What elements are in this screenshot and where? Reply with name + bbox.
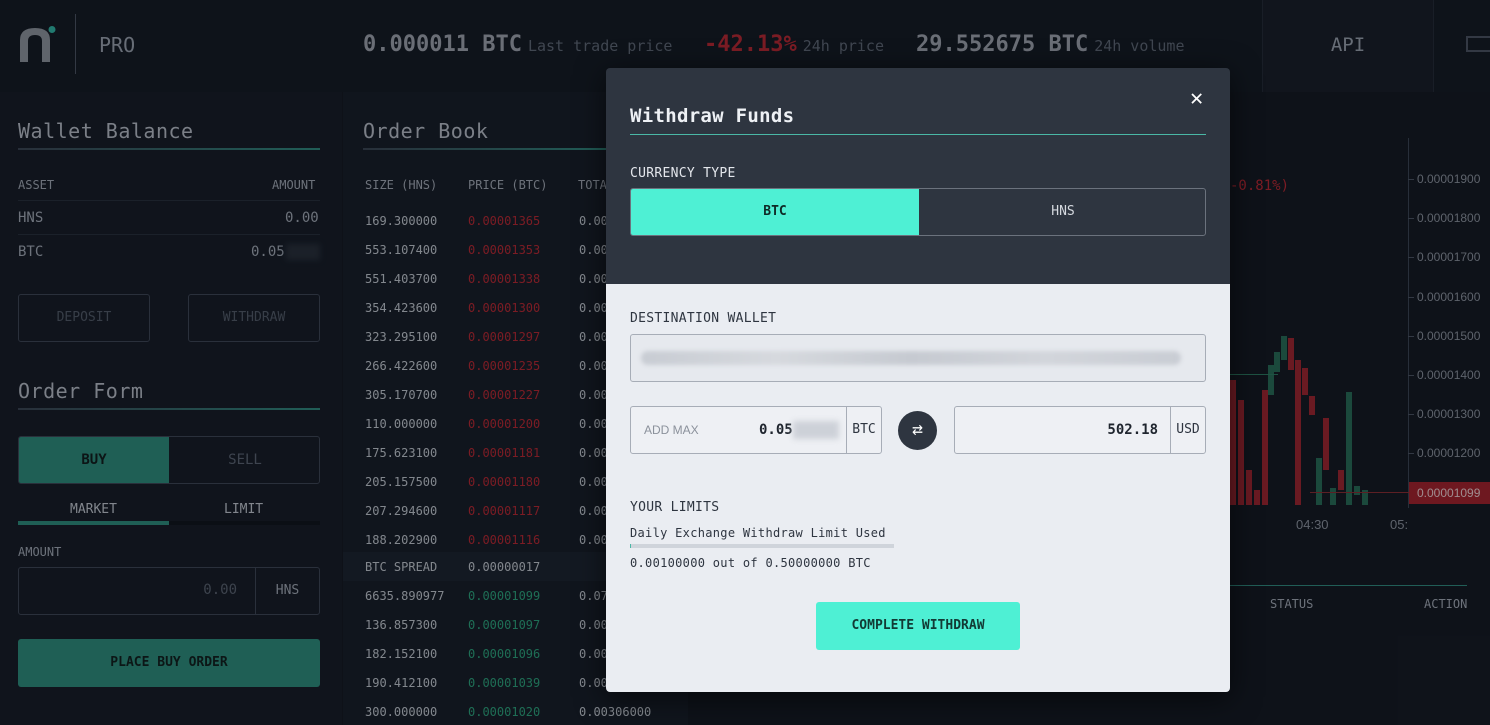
usd-unit: USD bbox=[1170, 407, 1205, 453]
modal-header: Withdraw Funds ✕ CURRENCY TYPE BTC HNS bbox=[606, 68, 1230, 284]
currency-toggle: BTC HNS bbox=[630, 188, 1206, 236]
usd-amount-input[interactable]: 502.18 USD bbox=[954, 406, 1206, 454]
limit-progress-bar bbox=[630, 544, 894, 548]
modal-title: Withdraw Funds bbox=[630, 105, 795, 127]
limit-description: Daily Exchange Withdraw Limit Used bbox=[630, 526, 886, 540]
redacted-address bbox=[641, 351, 1181, 365]
redacted-amount bbox=[793, 421, 839, 439]
limit-text: 0.00100000 out of 0.50000000 BTC bbox=[630, 556, 871, 570]
currency-btc-option[interactable]: BTC bbox=[631, 189, 919, 235]
currency-hns-option[interactable]: HNS bbox=[919, 189, 1205, 235]
modal-title-underline bbox=[630, 134, 1206, 135]
btc-amount-value: 0.05 bbox=[759, 422, 793, 438]
usd-amount-value: 502.18 bbox=[1107, 422, 1158, 438]
swap-icon[interactable]: ⇄ bbox=[898, 411, 937, 450]
complete-withdraw-button[interactable]: COMPLETE WITHDRAW bbox=[816, 602, 1020, 650]
destination-wallet-label: DESTINATION WALLET bbox=[630, 311, 777, 326]
limit-progress-fill bbox=[630, 544, 631, 548]
btc-unit: BTC bbox=[846, 407, 881, 453]
destination-wallet-input[interactable] bbox=[630, 334, 1206, 382]
btc-amount-input[interactable]: ADD MAX 0.05 BTC bbox=[630, 406, 882, 454]
add-max-button[interactable]: ADD MAX bbox=[644, 423, 699, 437]
close-icon[interactable]: ✕ bbox=[1190, 86, 1203, 111]
withdraw-modal: Withdraw Funds ✕ CURRENCY TYPE BTC HNS D… bbox=[606, 68, 1230, 692]
currency-type-label: CURRENCY TYPE bbox=[630, 166, 736, 181]
your-limits-label: YOUR LIMITS bbox=[630, 500, 720, 515]
